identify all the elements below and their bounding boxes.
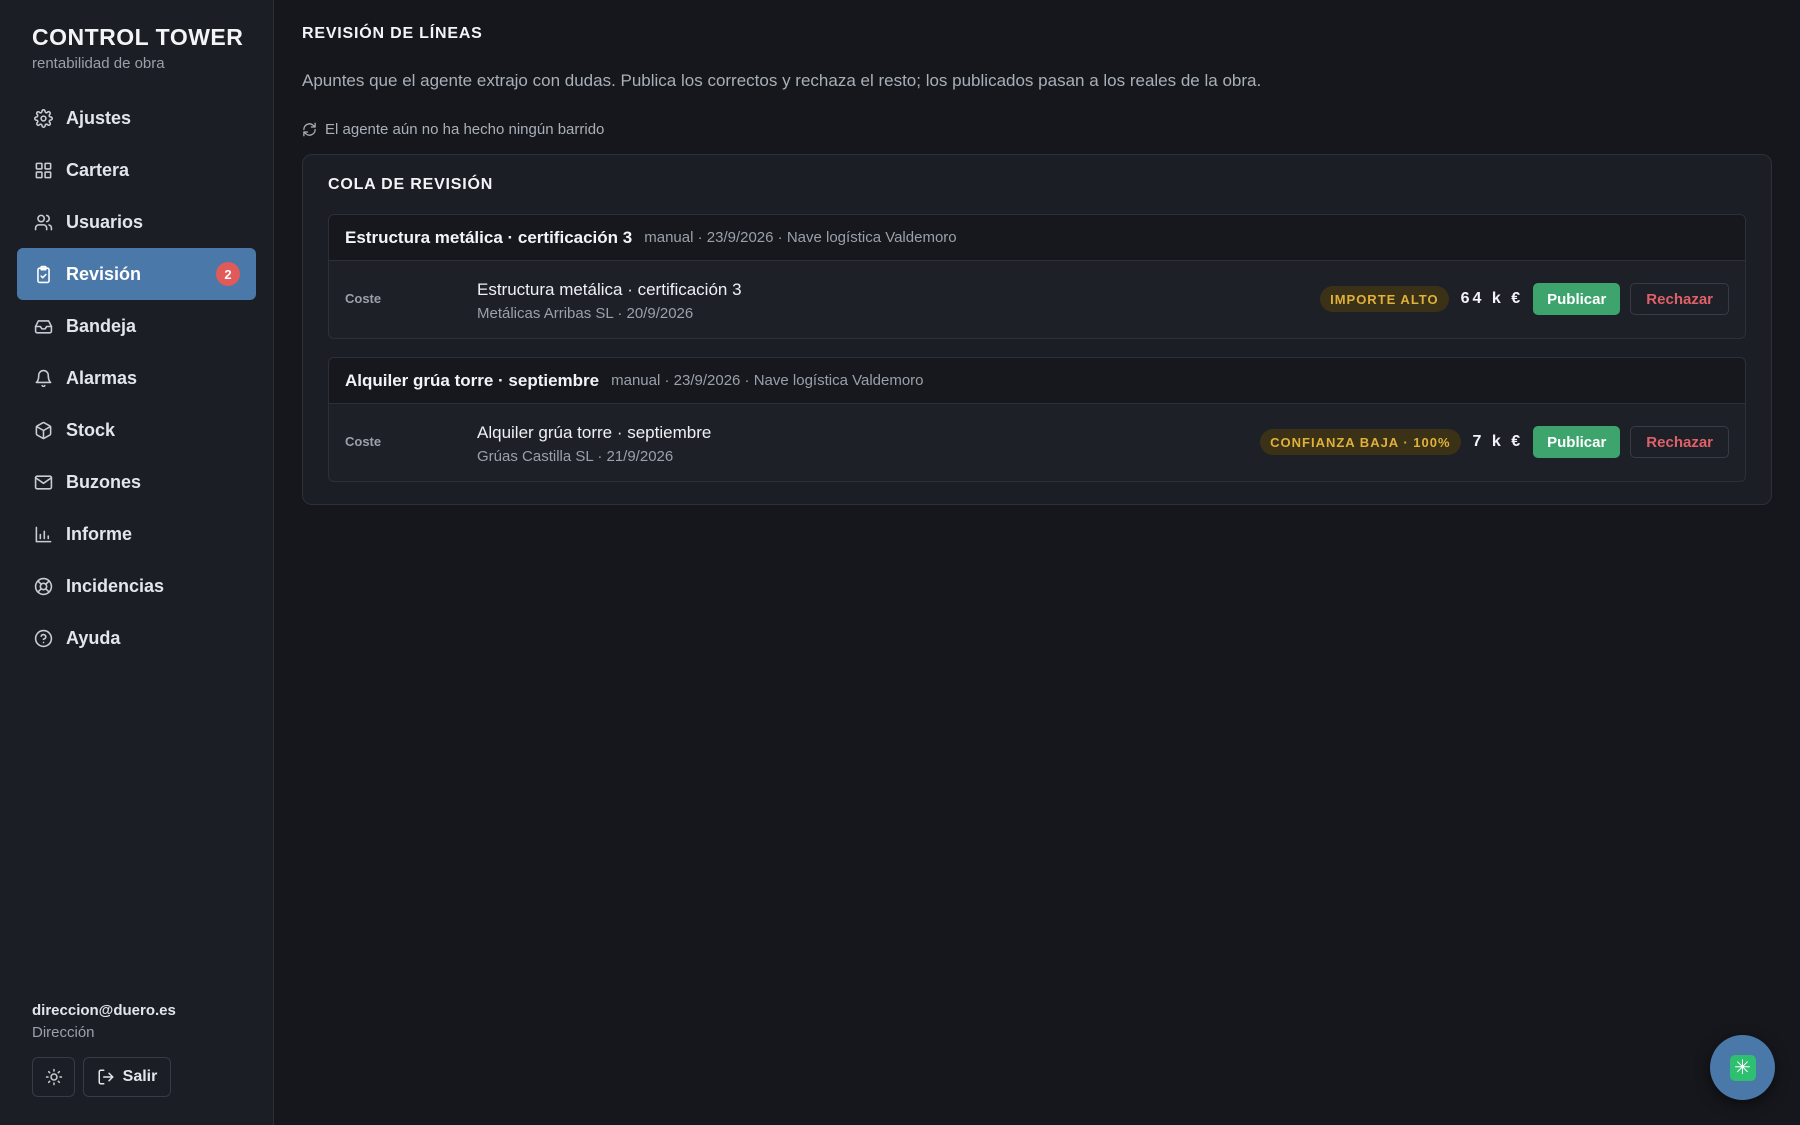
mail-icon [33, 472, 53, 492]
line-kind: Coste [345, 434, 382, 449]
sidebar-item-label: Usuarios [66, 211, 144, 232]
review-card-title: Alquiler grúa torre · septiembre [345, 370, 600, 390]
review-card-header: Alquiler grúa torre · septiembre manual … [329, 358, 1745, 404]
sidebar-item-usuarios[interactable]: Usuarios [17, 196, 256, 248]
review-queue-panel: COLA DE REVISIÓN Estructura metálica · c… [302, 154, 1772, 505]
gear-icon [33, 108, 53, 128]
review-card-title: Estructura metálica · certificación 3 [345, 227, 633, 247]
sidebar-item-label: Revisión [66, 263, 142, 284]
publish-button[interactable]: Publicar [1533, 283, 1621, 315]
sidebar-nav: Ajustes Cartera Usuarios Revisión 2 Band… [17, 92, 256, 664]
review-card: Alquiler grúa torre · septiembre manual … [328, 357, 1746, 482]
user-email: direccion@duero.es [32, 1002, 176, 1019]
help-circle-icon [33, 628, 53, 648]
review-card-meta: manual · 23/9/2026 · Nave logística Vald… [644, 229, 957, 246]
sidebar-item-ayuda[interactable]: Ayuda [17, 612, 256, 664]
publish-button[interactable]: Publicar [1533, 426, 1621, 458]
warning-tag: IMPORTE ALTO [1320, 286, 1449, 312]
sidebar-item-informe[interactable]: Informe [17, 508, 256, 560]
inbox-icon [33, 316, 53, 336]
line-title: Estructura metálica · certificación 3 [477, 280, 742, 299]
user-info: direccion@duero.es Dirección [32, 1002, 176, 1041]
agent-status: El agente aún no ha hecho ningún barrido [302, 121, 604, 138]
line-actions: IMPORTE ALTO 64 k € Publicar Rechazar [1320, 283, 1729, 315]
line-details: Alquiler grúa torre · septiembre Grúas C… [477, 423, 711, 465]
review-queue-title: COLA DE REVISIÓN [328, 176, 494, 193]
brand-subtitle: rentabilidad de obra [32, 55, 165, 72]
sparkle-icon: ✳ [1729, 1054, 1756, 1081]
line-details: Estructura metálica · certificación 3 Me… [477, 280, 742, 322]
warning-tag: CONFIANZA BAJA · 100% [1260, 429, 1461, 455]
clipboard-check-icon [33, 264, 53, 284]
review-line-row: Coste Estructura metálica · certificació… [329, 261, 1745, 338]
refresh-icon [302, 122, 317, 137]
lifebuoy-icon [33, 576, 53, 596]
sidebar-item-ajustes[interactable]: Ajustes [17, 92, 256, 144]
line-supplier: Grúas Castilla SL · 21/9/2026 [477, 448, 674, 465]
logout-label: Salir [122, 1068, 158, 1085]
line-actions: CONFIANZA BAJA · 100% 7 k € Publicar Rec… [1260, 426, 1729, 458]
sidebar-item-label: Informe [66, 523, 133, 544]
reject-button[interactable]: Rechazar [1630, 426, 1729, 458]
user-role: Dirección [32, 1024, 95, 1041]
sidebar-item-label: Incidencias [66, 575, 165, 596]
grid-icon [33, 160, 53, 180]
sidebar-item-incidencias[interactable]: Incidencias [17, 560, 256, 612]
line-amount: 7 k € [1472, 433, 1524, 450]
bar-chart-icon [33, 524, 53, 544]
line-amount: 64 k € [1460, 290, 1524, 307]
reject-button[interactable]: Rechazar [1630, 283, 1729, 315]
logout-icon [97, 1068, 115, 1086]
sidebar-item-label: Stock [66, 419, 116, 440]
package-icon [33, 420, 53, 440]
users-icon [33, 212, 53, 232]
sidebar-item-revision[interactable]: Revisión 2 [17, 248, 256, 300]
sidebar: CONTROL TOWER rentabilidad de obra Ajust… [0, 0, 274, 1125]
sidebar-item-label: Cartera [66, 159, 130, 180]
bell-icon [33, 368, 53, 388]
sidebar-item-alarmas[interactable]: Alarmas [17, 352, 256, 404]
review-line-row: Coste Alquiler grúa torre · septiembre G… [329, 404, 1745, 481]
brand: CONTROL TOWER rentabilidad de obra [32, 24, 243, 72]
theme-toggle-button[interactable] [32, 1057, 75, 1097]
line-supplier: Metálicas Arribas SL · 20/9/2026 [477, 305, 694, 322]
brand-title: CONTROL TOWER [32, 24, 244, 50]
sidebar-item-label: Ajustes [66, 107, 132, 128]
page-title: REVISIÓN DE LÍNEAS [302, 25, 483, 42]
review-card: Estructura metálica · certificación 3 ma… [328, 214, 1746, 339]
sidebar-item-bandeja[interactable]: Bandeja [17, 300, 256, 352]
line-kind: Coste [345, 291, 382, 306]
sun-icon [45, 1068, 63, 1086]
sidebar-item-label: Ayuda [66, 627, 121, 648]
sidebar-item-label: Bandeja [66, 315, 137, 336]
line-title: Alquiler grúa torre · septiembre [477, 423, 712, 442]
assistant-fab-button[interactable]: ✳ [1710, 1035, 1775, 1100]
sidebar-item-stock[interactable]: Stock [17, 404, 256, 456]
sidebar-item-cartera[interactable]: Cartera [17, 144, 256, 196]
revision-count-badge: 2 [216, 262, 240, 286]
sidebar-item-label: Buzones [66, 471, 142, 492]
review-card-header: Estructura metálica · certificación 3 ma… [329, 215, 1745, 261]
review-card-meta: manual · 23/9/2026 · Nave logística Vald… [611, 372, 924, 389]
agent-status-text: El agente aún no ha hecho ningún barrido [325, 121, 605, 138]
sidebar-item-label: Alarmas [66, 367, 138, 388]
page-description: Apuntes que el agente extrajo con dudas.… [302, 71, 1262, 90]
logout-button[interactable]: Salir [83, 1057, 171, 1097]
sidebar-item-buzones[interactable]: Buzones [17, 456, 256, 508]
